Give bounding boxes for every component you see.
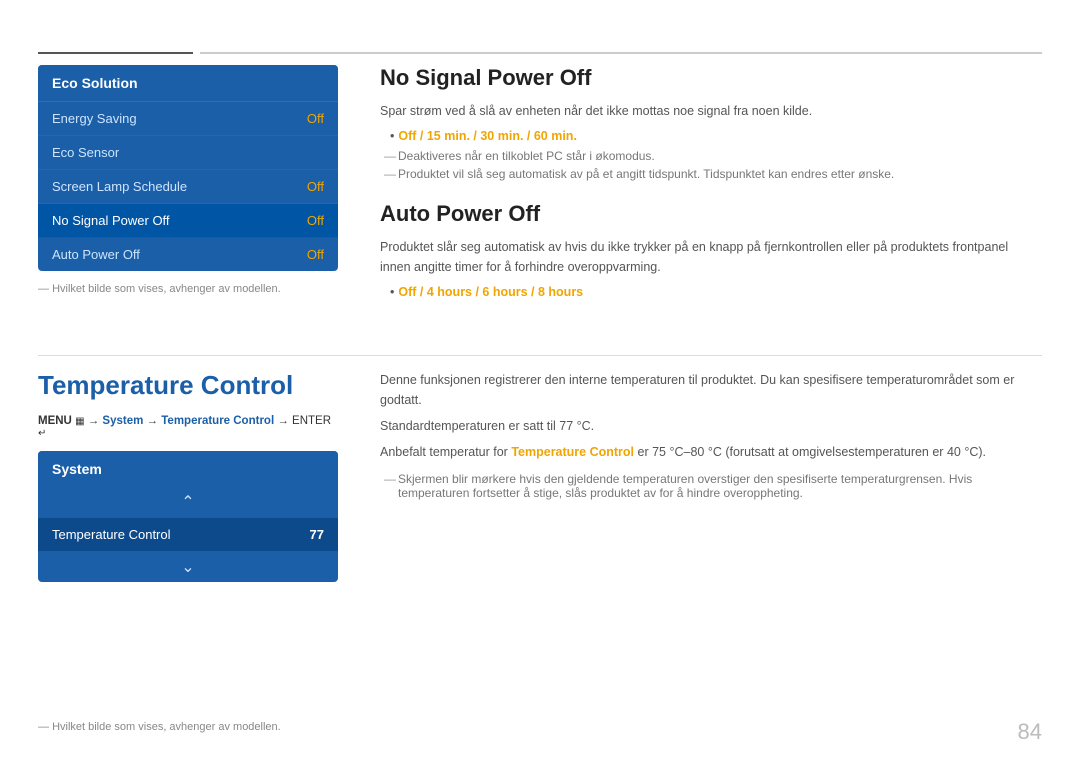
menu-item-label: Auto Power Off [52, 247, 140, 262]
temp-body3-suffix: er 75 °C–80 °C (forutsatt at omgivelsest… [634, 445, 986, 459]
no-signal-dash2: Produktet vil slå seg automatisk av på e… [384, 167, 1042, 181]
menu-item-screen-lamp[interactable]: Screen Lamp Schedule Off [38, 170, 338, 204]
menu-item-label: Screen Lamp Schedule [52, 179, 187, 194]
temp-body3: Anbefalt temperatur for Temperature Cont… [380, 442, 1042, 462]
menu-item-value: Off [307, 111, 324, 126]
menu-item-label: Eco Sensor [52, 145, 119, 160]
menu-item-label: Energy Saving [52, 111, 137, 126]
no-signal-dash1: Deaktiveres når en tilkoblet PC står i ø… [384, 149, 1042, 163]
page-number: 84 [1018, 719, 1042, 745]
eco-menu-box: Eco Solution Energy Saving Off Eco Senso… [38, 65, 338, 271]
menu-item-eco-sensor[interactable]: Eco Sensor [38, 136, 338, 170]
system-menu-header: System [38, 451, 338, 487]
temp-body3-highlight: Temperature Control [511, 445, 634, 459]
temperature-right-panel: Denne funksjonen registrerer den interne… [380, 370, 1042, 504]
right-content-panel: No Signal Power Off Spar strøm ved å slå… [380, 65, 1042, 305]
nav-icon-enter: ↵ [38, 428, 46, 439]
menu-item-value: Off [307, 179, 324, 194]
menu-item-value: Off [307, 213, 324, 228]
lower-divider [38, 355, 1042, 356]
no-signal-section: No Signal Power Off Spar strøm ved å slå… [380, 65, 1042, 181]
nav-sep2: → [147, 415, 162, 427]
eco-footnote: Hvilket bilde som vises, avhenger av mod… [38, 283, 338, 295]
no-signal-bullet-text: Off / 15 min. / 30 min. / 60 min. [398, 129, 577, 143]
system-item-label: Temperature Control [52, 527, 171, 542]
nav-system: System [102, 415, 143, 427]
temp-body3-prefix: Anbefalt temperatur for [380, 445, 511, 459]
eco-solution-panel: Eco Solution Energy Saving Off Eco Senso… [38, 65, 338, 295]
temperature-title: Temperature Control [38, 370, 338, 401]
auto-power-section: Auto Power Off Produktet slår seg automa… [380, 201, 1042, 299]
menu-nav-menu: MENU [38, 415, 75, 427]
menu-item-no-signal[interactable]: No Signal Power Off Off [38, 204, 338, 238]
nav-temp: Temperature Control [161, 415, 274, 427]
menu-item-label: No Signal Power Off [52, 213, 170, 228]
system-arrow-up[interactable]: ⌃ [38, 487, 338, 517]
no-signal-body: Spar strøm ved å slå av enheten når det … [380, 101, 1042, 121]
auto-power-body: Produktet slår seg automatisk av hvis du… [380, 237, 1042, 277]
system-menu-box: System ⌃ Temperature Control 77 ⌄ [38, 451, 338, 582]
top-divider-light [200, 52, 1042, 54]
auto-power-bullet-text: Off / 4 hours / 6 hours / 8 hours [398, 285, 583, 299]
system-menu-item-temperature[interactable]: Temperature Control 77 [38, 517, 338, 552]
top-divider-dark [38, 52, 193, 54]
eco-menu-header: Eco Solution [38, 65, 338, 102]
menu-item-value: Off [307, 247, 324, 262]
auto-power-title: Auto Power Off [380, 201, 1042, 227]
menu-nav: MENU ▦ → System → Temperature Control → … [38, 415, 338, 439]
temp-dash1: Skjermen blir mørkere hvis den gjeldende… [384, 472, 1042, 500]
menu-item-auto-power[interactable]: Auto Power Off Off [38, 238, 338, 271]
auto-power-bullet: Off / 4 hours / 6 hours / 8 hours [390, 285, 1042, 299]
menu-item-energy-saving[interactable]: Energy Saving Off [38, 102, 338, 136]
lower-footnote: Hvilket bilde som vises, avhenger av mod… [38, 721, 281, 733]
nav-sep1: → [88, 415, 103, 427]
nav-sep3: → ENTER [277, 415, 331, 427]
temp-body2: Standardtemperaturen er satt til 77 °C. [380, 416, 1042, 436]
temp-body1: Denne funksjonen registrerer den interne… [380, 370, 1042, 410]
system-arrow-down[interactable]: ⌄ [38, 552, 338, 582]
system-item-value: 77 [310, 527, 324, 542]
no-signal-title: No Signal Power Off [380, 65, 1042, 91]
nav-icon-menu: ▦ [75, 416, 84, 427]
temperature-left-panel: Temperature Control MENU ▦ → System → Te… [38, 370, 338, 582]
no-signal-bullet: Off / 15 min. / 30 min. / 60 min. [390, 129, 1042, 143]
